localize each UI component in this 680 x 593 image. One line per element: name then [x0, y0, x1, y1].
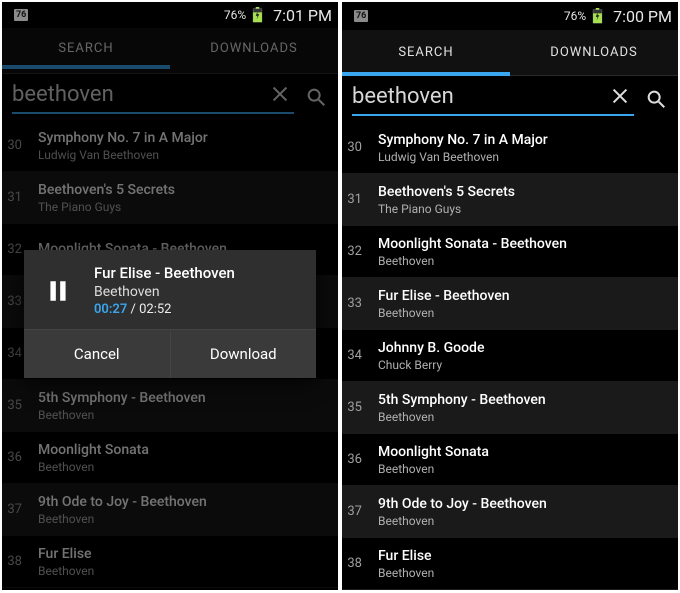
tab-search[interactable]: SEARCH [342, 30, 510, 75]
list-item[interactable]: 32 Moonlight Sonata - BeethovenBeethoven [342, 226, 678, 278]
list-item[interactable]: 30 Symphony No. 7 in A MajorLudwig Van B… [2, 120, 338, 172]
pause-button[interactable] [40, 273, 76, 309]
search-input[interactable]: beethoven [12, 80, 294, 114]
battery-icon [252, 7, 263, 23]
tab-downloads[interactable]: DOWNLOADS [510, 30, 678, 75]
search-input[interactable]: beethoven [352, 82, 634, 116]
battery-icon [592, 8, 603, 24]
search-row: beethoven [2, 74, 338, 120]
list-item[interactable]: 38 Fur EliseBeethoven [2, 536, 338, 588]
list-item[interactable]: 36 Moonlight SonataBeethoven [2, 432, 338, 484]
battery-badge: 76 [14, 9, 28, 21]
dialog-title: Fur Elise - Beethoven [94, 264, 235, 282]
list-item[interactable]: 35 5th Symphony - BeethovenBeethoven [342, 382, 678, 434]
preview-dialog: Fur Elise - Beethoven Beethoven 00:27 / … [24, 250, 316, 378]
clock-text: 7:00 PM [613, 7, 672, 26]
list-item[interactable]: 30 Symphony No. 7 in A MajorLudwig Van B… [342, 122, 678, 174]
download-button[interactable]: Download [170, 330, 317, 378]
list-item[interactable]: 36 Moonlight SonataBeethoven [342, 434, 678, 486]
battery-percent-text: 76% [564, 9, 586, 23]
dialog-artist: Beethoven [94, 284, 235, 300]
phone-right: 76 76% 7:00 PM SEARCH DOWNLOA [342, 2, 678, 590]
status-bar: 76 76% 7:00 PM [342, 2, 678, 30]
battery-percent-text: 76% [224, 8, 246, 22]
list-item[interactable]: 31 Beethoven's 5 SecretsThe Piano Guys [2, 172, 338, 224]
search-row: beethoven [342, 76, 678, 122]
list-item[interactable]: 38 Fur EliseBeethoven [342, 538, 678, 590]
dialog-time: 00:27 / 02:52 [94, 302, 235, 317]
tab-search[interactable]: SEARCH [2, 28, 170, 68]
results-list[interactable]: 30 Symphony No. 7 in A MajorLudwig Van B… [342, 122, 678, 590]
battery-badge: 76 [354, 10, 368, 22]
list-item[interactable]: 35 5th Symphony - BeethovenBeethoven [2, 380, 338, 432]
clear-icon[interactable] [266, 80, 294, 108]
list-item[interactable]: 33 Fur Elise - BeethovenBeethoven [342, 278, 678, 330]
list-item[interactable]: 34 Johnny B. GoodeChuck Berry [342, 330, 678, 382]
search-icon[interactable] [642, 85, 670, 113]
phone-left: 76 76% 7:01 PM SEARCH DOWNLOA [2, 2, 338, 590]
search-icon[interactable] [302, 83, 330, 111]
list-item[interactable]: 37 9th Ode to Joy - BeethovenBeethoven [2, 484, 338, 536]
clear-icon[interactable] [606, 82, 634, 110]
tab-bar: SEARCH DOWNLOADS [342, 30, 678, 76]
tab-downloads[interactable]: DOWNLOADS [170, 28, 338, 68]
tab-bar: SEARCH DOWNLOADS [2, 28, 338, 74]
clock-text: 7:01 PM [273, 6, 332, 25]
cancel-button[interactable]: Cancel [24, 330, 170, 378]
list-item[interactable]: 31 Beethoven's 5 SecretsThe Piano Guys [342, 174, 678, 226]
list-item[interactable]: 37 9th Ode to Joy - BeethovenBeethoven [342, 486, 678, 538]
status-bar: 76 76% 7:01 PM [2, 2, 338, 28]
